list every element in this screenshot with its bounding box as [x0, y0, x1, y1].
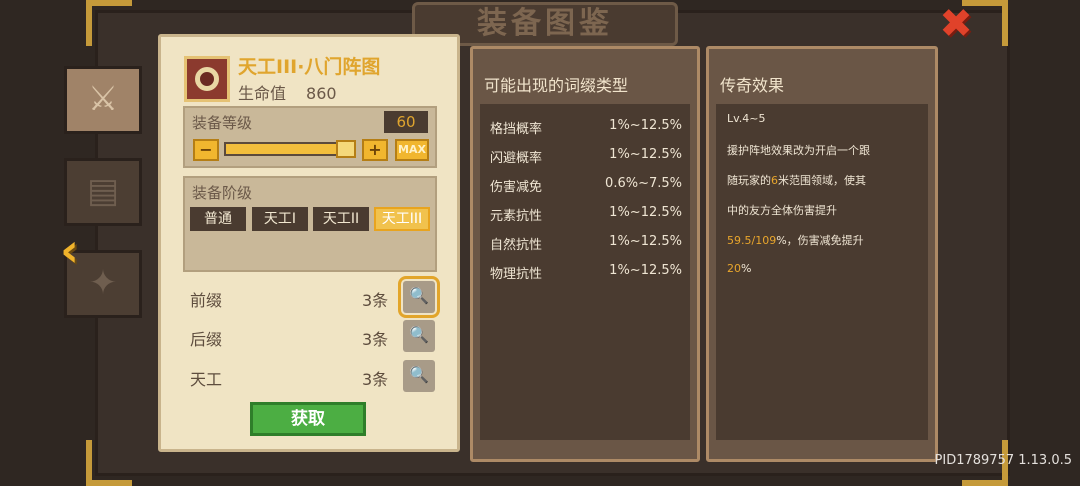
level-slider-handle[interactable]: [336, 140, 356, 158]
list-item: 伤害减免: [490, 180, 543, 195]
legend-text: %: [741, 262, 752, 275]
legend-effect-title: 传奇效果: [720, 76, 785, 95]
level-value: 60: [384, 111, 428, 133]
affix-count-tiangong: 3条: [362, 370, 389, 389]
tier-option-tiangong-1[interactable]: 天工I: [252, 207, 308, 231]
legend-text: 米范围领域，使其: [778, 174, 866, 187]
tab-weapons[interactable]: ⚔: [64, 66, 142, 134]
affix-label-suffix: 后缀: [190, 330, 223, 349]
level-plus-button[interactable]: +: [362, 139, 388, 161]
list-item-range: 1%~12.5%: [609, 147, 682, 162]
tier-option-normal[interactable]: 普通: [190, 207, 246, 231]
magnify-icon[interactable]: 🔍: [398, 276, 440, 318]
list-item-range: 0.6%~7.5%: [605, 176, 682, 191]
legend-line: 20%: [727, 262, 751, 275]
legend-highlight: 6: [771, 174, 778, 187]
acquire-button[interactable]: 获取: [250, 402, 366, 436]
legend-highlight: 59.5/109: [727, 234, 777, 247]
item-ring-icon: [184, 56, 230, 102]
possible-affixes-title: 可能出现的词缀类型: [484, 76, 629, 95]
armor-icon: ▤: [86, 171, 120, 211]
legend-line: 援护阵地效果改为开启一个跟: [727, 144, 870, 157]
affix-count-prefix: 3条: [362, 291, 389, 310]
list-item-range: 1%~12.5%: [609, 263, 682, 278]
level-max-button[interactable]: MAX: [395, 139, 429, 161]
legend-text: 随玩家的: [727, 174, 771, 187]
frame-corner-top-left: [86, 0, 132, 46]
tier-option-tiangong-3[interactable]: 天工III: [374, 207, 430, 231]
magnify-icon[interactable]: 🔍: [403, 320, 435, 352]
stat-label: 生命值: [238, 84, 287, 103]
affix-count-suffix: 3条: [362, 330, 389, 349]
legend-line: 随玩家的6米范围领域，使其: [727, 172, 866, 188]
level-minus-button[interactable]: −: [193, 139, 219, 161]
frame-corner-bottom-left: [86, 440, 132, 486]
tier-option-tiangong-2[interactable]: 天工II: [313, 207, 369, 231]
list-item: 格挡概率: [490, 122, 543, 137]
level-label: 装备等级: [192, 114, 253, 132]
list-item: 自然抗性: [490, 238, 543, 253]
level-slider-fill: [226, 144, 354, 154]
legend-level-range: Lv.4~5: [727, 112, 766, 125]
list-item-range: 1%~12.5%: [609, 205, 682, 220]
legend-text: %，伤害减免提升: [776, 234, 864, 247]
list-item-range: 1%~12.5%: [609, 234, 682, 249]
magnify-icon[interactable]: 🔍: [403, 360, 435, 392]
sword-icon: ⚔: [87, 79, 119, 119]
affix-label-tiangong: 天工: [190, 370, 223, 389]
legend-line: 59.5/109%，伤害减免提升: [727, 232, 864, 248]
legend-line: 中的友方全体伤害提升: [727, 204, 837, 217]
affix-label-prefix: 前缀: [190, 291, 223, 310]
chevron-left-icon[interactable]: ‹: [60, 227, 100, 274]
item-stat: 生命值 860: [238, 80, 337, 104]
list-item: 元素抗性: [490, 209, 543, 224]
list-item: 闪避概率: [490, 151, 543, 166]
list-item-range: 1%~12.5%: [609, 118, 682, 133]
close-button[interactable]: ✖: [936, 4, 976, 46]
legend-highlight: 20: [727, 262, 741, 275]
version-label: PID1789757 1.13.0.5: [934, 453, 1072, 468]
item-name: 天工III·八门阵图: [238, 56, 381, 78]
tab-armor[interactable]: ▤: [64, 158, 142, 226]
list-item: 物理抗性: [490, 267, 543, 282]
stat-value: 860: [306, 84, 337, 103]
tier-label: 装备阶级: [192, 184, 253, 202]
